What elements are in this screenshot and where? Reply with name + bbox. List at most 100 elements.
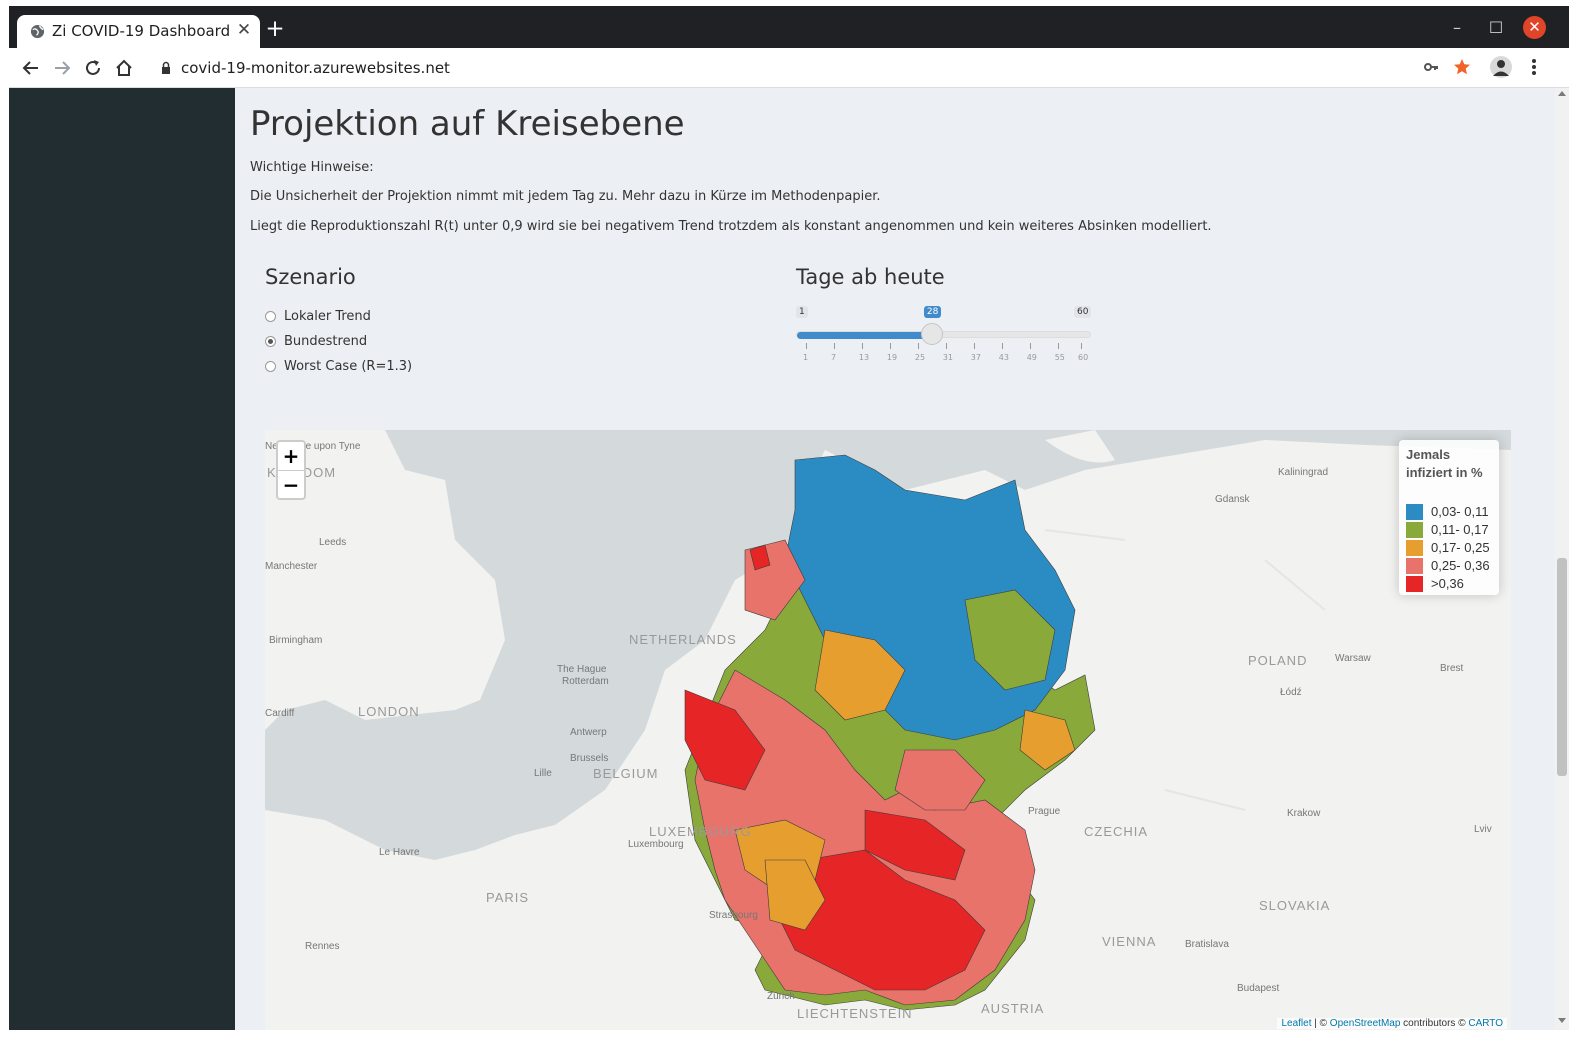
legend-label: >0,36 (1431, 576, 1464, 591)
slider-track[interactable] (796, 331, 1091, 339)
map-label-birmingham: Birmingham (269, 635, 323, 646)
slider-tick (1057, 343, 1059, 349)
back-button[interactable] (17, 54, 45, 82)
slider-tick (889, 343, 891, 349)
radio-label: Worst Case (R=1.3) (284, 358, 413, 374)
bookmark-star-icon[interactable] (1450, 55, 1474, 79)
radio-circle[interactable] (265, 335, 276, 347)
map-label-poland: POLAND (1248, 653, 1308, 668)
home-button[interactable] (110, 54, 138, 82)
map-label-gdansk: Gdansk (1215, 494, 1250, 505)
radio-worst-case[interactable]: Worst Case (R=1.3) (265, 356, 412, 376)
maximize-button[interactable]: ☐ (1482, 16, 1510, 40)
attrib-sep: | © (1311, 1018, 1330, 1029)
forward-button[interactable] (48, 54, 76, 82)
slider-tick-label: 19 (886, 353, 898, 362)
map-label-luxembourg: Luxembourg (628, 839, 684, 850)
tab-close-icon[interactable]: ✕ (233, 19, 255, 41)
main-content: Projektion auf Kreisebene Wichtige Hinwe… (235, 88, 1555, 1030)
vertical-scrollbar[interactable] (1555, 88, 1569, 1030)
scroll-up-icon[interactable] (1558, 91, 1566, 96)
map-label-rennes: Rennes (305, 941, 340, 952)
legend-swatch (1406, 521, 1423, 538)
home-icon (116, 59, 132, 76)
menu-kebab-icon[interactable] (1522, 55, 1546, 79)
lock-icon (162, 61, 170, 74)
map-label-paris: PARIS (486, 890, 530, 905)
legend-item: 0,25- 0,36 (1406, 557, 1490, 574)
map-label-brussels: Brussels (570, 753, 609, 764)
map-label-bratislava: Bratislava (1185, 939, 1229, 950)
map-label-prague: Prague (1028, 806, 1061, 817)
map-label-krakow: Krakow (1287, 808, 1321, 819)
legend-swatch (1406, 503, 1423, 520)
browser-window: Zi COVID-19 Dashboard ✕ + – ☐ ✕ covid-19… (9, 6, 1569, 1030)
osm-link[interactable]: OpenStreetMap (1330, 1018, 1401, 1029)
slider-tick (1001, 343, 1003, 349)
legend-title: Jemals infiziert in % (1406, 447, 1483, 480)
browser-toolbar: covid-19-monitor.azurewebsites.net (9, 48, 1569, 88)
map-basemap (265, 430, 1511, 1030)
slider-tick (945, 343, 947, 349)
legend-label: 0,17- 0,25 (1431, 540, 1490, 555)
radio-label: Bundestrend (284, 333, 368, 349)
radio-label: Lokaler Trend (284, 308, 371, 324)
profile-avatar[interactable] (1489, 55, 1513, 79)
slider-heading: Tage ab heute (796, 265, 945, 289)
slider-tick (917, 343, 919, 349)
slider-handle[interactable] (920, 323, 943, 345)
map-label-czechia: CZECHIA (1084, 824, 1149, 839)
slider-tick-label: 31 (942, 353, 954, 362)
radio-circle[interactable] (265, 360, 276, 372)
note-reproduction: Liegt die Reproduktionszahl R(t) unter 0… (250, 219, 1212, 234)
radio-circle[interactable] (265, 310, 276, 322)
slider-min-label: 1 (796, 306, 808, 318)
legend-swatch (1406, 557, 1423, 574)
page-title: Projektion auf Kreisebene (250, 104, 685, 144)
map-label-london: LONDON (358, 704, 420, 719)
slider-tick-label: 49 (1026, 353, 1037, 362)
slider-tick-label: 43 (998, 353, 1009, 362)
map-label-manchester: Manchester (265, 561, 318, 572)
new-tab-button[interactable]: + (263, 18, 287, 42)
browser-tab[interactable]: Zi COVID-19 Dashboard ✕ (17, 15, 260, 48)
slider-max-label: 60 (1074, 306, 1092, 318)
carto-link[interactable]: CARTO (1468, 1018, 1503, 1029)
close-window-button[interactable]: ✕ (1523, 16, 1546, 39)
page-viewport: Projektion auf Kreisebene Wichtige Hinwe… (9, 88, 1555, 1030)
map-attribution: Leaflet | © OpenStreetMap contributors ©… (1277, 1018, 1507, 1029)
radio-bundestrend[interactable]: Bundestrend (265, 331, 367, 351)
map-label-belgium: BELGIUM (593, 766, 659, 781)
slider-tick-label: 13 (858, 353, 870, 362)
map-label-budapest: Budapest (1237, 983, 1280, 994)
map-label-brest: Brest (1440, 663, 1464, 674)
choropleth-map[interactable]: Newcastle upon Tyne KINGDOM Leeds Manche… (265, 430, 1511, 1030)
map-label-lodz: Łódź (1280, 687, 1302, 698)
minimize-button[interactable]: – (1443, 16, 1471, 40)
legend-swatch (1406, 575, 1423, 592)
slider-tick (973, 343, 975, 349)
days-slider[interactable]: 1 28 60 1 7 13 19 25 31 37 43 49 55 60 (796, 304, 1096, 364)
tab-bar: Zi COVID-19 Dashboard ✕ + – ☐ ✕ (9, 6, 1569, 48)
radio-lokaler-trend[interactable]: Lokaler Trend (265, 306, 371, 326)
leaflet-link[interactable]: Leaflet (1281, 1018, 1311, 1029)
scroll-down-icon[interactable] (1558, 1018, 1566, 1023)
reload-button[interactable] (79, 54, 107, 82)
zoom-control: + − (276, 440, 306, 500)
arrow-left-icon (22, 61, 38, 75)
slider-tick (1029, 343, 1031, 349)
zoom-in-button[interactable]: + (278, 442, 304, 470)
slider-tick-label: 37 (970, 353, 981, 362)
globe-icon (30, 24, 45, 39)
scrollbar-thumb[interactable] (1557, 558, 1567, 776)
reload-icon (86, 60, 100, 75)
map-label-vienna: VIENNA (1102, 934, 1157, 949)
zoom-out-button[interactable]: − (278, 471, 304, 499)
slider-tick-label: 25 (914, 353, 926, 362)
slider-tick-label: 60 (1078, 353, 1089, 362)
map-label-strasbourg: Strasbourg (709, 910, 758, 921)
address-bar[interactable]: covid-19-monitor.azurewebsites.net (151, 53, 1539, 83)
attrib-sep: contributors © (1400, 1018, 1469, 1029)
map-label-luxembourg-country: LUXEMBOURG (649, 824, 752, 839)
key-icon[interactable] (1419, 55, 1443, 79)
